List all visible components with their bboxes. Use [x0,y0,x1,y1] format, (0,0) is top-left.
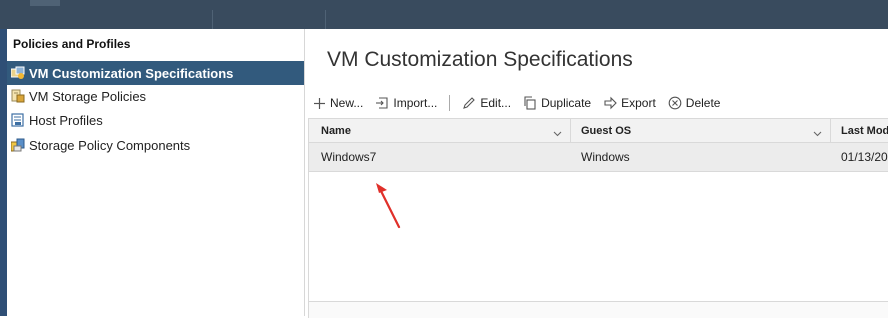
import-button[interactable]: Import... [375,96,437,110]
top-header-bar [0,0,888,29]
delete-circle-x-icon [668,96,682,110]
header-divider [325,10,326,29]
new-button[interactable]: New... [313,96,363,110]
column-header-guest-os[interactable]: Guest OS [581,119,631,142]
sidebar-item-host-profiles[interactable]: Host Profiles [7,108,304,132]
sidebar-item-label: Storage Policy Components [29,137,191,153]
page-title: VM Customization Specifications [327,48,633,71]
header-tab-indicator [30,0,60,6]
delete-button[interactable]: Delete [668,96,721,110]
new-button-label: New... [330,96,364,110]
annotation-arrow-icon [376,183,401,229]
duplicate-icon [523,96,537,110]
cell-name: Windows7 [321,150,377,164]
export-button[interactable]: Export [603,96,656,110]
import-button-label: Import... [393,96,438,110]
cell-last-modified: 01/13/202 [841,150,888,164]
main-content: VM Customization Specifications New... I… [305,29,888,318]
export-button-label: Export [621,96,656,110]
table-footer [309,301,888,318]
duplicate-button[interactable]: Duplicate [523,96,591,110]
sidebar-title: Policies and Profiles [13,37,131,51]
host-profile-icon [11,113,25,127]
storage-policy-icon [11,89,25,103]
duplicate-button-label: Duplicate [541,96,592,110]
delete-button-label: Delete [685,96,721,110]
vm-customization-icon [10,66,25,80]
column-resizer[interactable] [570,119,571,142]
sidebar-item-label: VM Storage Policies [29,88,147,104]
storage-component-icon [10,138,25,152]
sidebar-item-vm-customization-specifications[interactable]: VM Customization Specifications [7,61,304,85]
table-row[interactable]: Windows7 Windows 01/13/202 [309,143,888,172]
cell-guest-os: Windows [581,150,630,164]
table-header: Name Guest OS Last Mod [309,119,888,143]
sidebar-item-vm-storage-policies[interactable]: VM Storage Policies [7,84,304,108]
edit-button-label: Edit... [480,96,512,110]
sidebar-item-label: VM Customization Specifications [29,65,234,81]
column-resizer[interactable] [830,119,831,142]
toolbar-separator [449,95,451,111]
sidebar: Policies and Profiles VM Customization S… [7,29,305,316]
plus-icon [313,97,326,110]
header-divider [212,10,213,29]
edit-button[interactable]: Edit... [462,96,511,110]
chevron-down-icon[interactable] [813,126,822,140]
column-header-name[interactable]: Name [321,119,351,142]
chevron-down-icon[interactable] [553,126,562,140]
sidebar-item-label: Host Profiles [29,112,103,128]
column-header-last-modified[interactable]: Last Mod [841,119,888,142]
import-icon [375,96,389,110]
export-icon [603,96,617,110]
pencil-icon [462,96,476,110]
toolbar: New... Import... Edit... Duplicate Expor… [313,93,732,113]
sidebar-item-storage-policy-components[interactable]: Storage Policy Components [7,133,304,157]
left-frame-edge [0,29,7,316]
